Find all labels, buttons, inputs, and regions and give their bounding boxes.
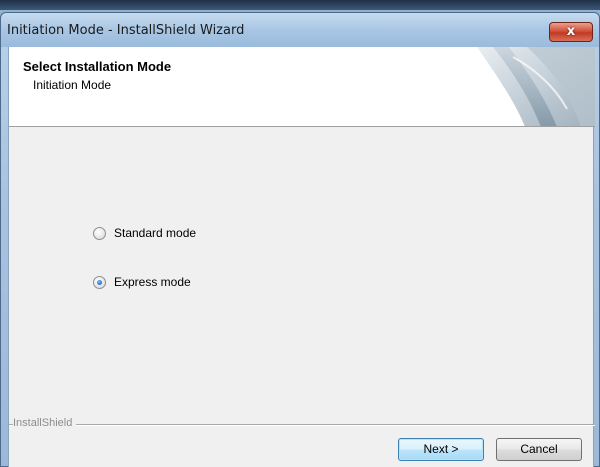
header-title: Select Installation Mode xyxy=(23,59,172,74)
express-mode-option[interactable]: Express mode xyxy=(93,275,191,289)
branding-divider: InstallShield xyxy=(9,417,595,431)
close-icon: x xyxy=(566,24,576,39)
installshield-window: Initiation Mode - InstallShield Wizard x… xyxy=(0,12,600,467)
standard-mode-label: Standard mode xyxy=(114,226,197,240)
cancel-button[interactable]: Cancel xyxy=(496,438,582,461)
close-button[interactable]: x xyxy=(549,22,593,42)
dialog-client-area: Select Installation Mode Initiation Mode xyxy=(8,47,595,467)
divider-line xyxy=(9,424,595,426)
express-mode-radio[interactable] xyxy=(93,275,106,289)
standard-mode-option[interactable]: Standard mode xyxy=(93,226,196,240)
next-button[interactable]: Next > xyxy=(398,438,484,461)
installshield-brand: InstallShield xyxy=(13,417,77,429)
wizard-header: Select Installation Mode Initiation Mode xyxy=(9,47,595,127)
title-bar[interactable]: Initiation Mode - InstallShield Wizard x xyxy=(1,13,599,47)
standard-mode-radio[interactable] xyxy=(93,226,106,240)
desktop-background xyxy=(0,0,600,10)
installshield-graphic-icon xyxy=(477,47,595,126)
header-subtitle: Initiation Mode xyxy=(33,78,112,92)
express-mode-label: Express mode xyxy=(114,275,191,289)
window-title: Initiation Mode - InstallShield Wizard xyxy=(7,23,245,38)
